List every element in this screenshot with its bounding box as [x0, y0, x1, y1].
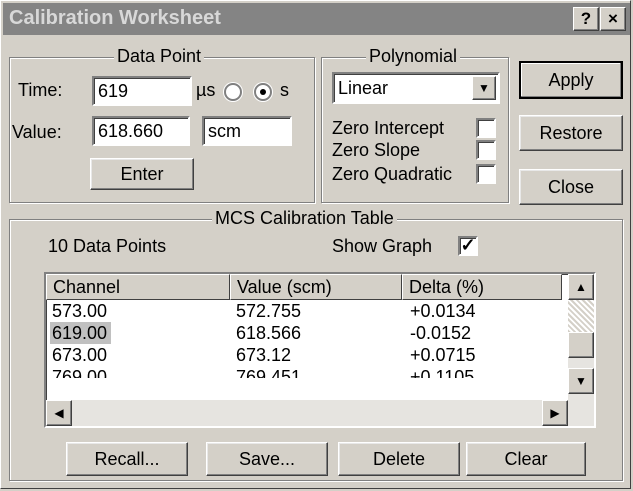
help-button[interactable]: ? — [573, 7, 599, 31]
cell-delta: -0.0152 — [410, 323, 472, 343]
zero-slope-checkbox[interactable] — [476, 140, 496, 160]
value-label: Value: — [12, 122, 62, 142]
data-point-group: Data Point Time: 619 µs s Value: 618.660… — [9, 46, 315, 203]
cell-channel: 673.00 — [52, 345, 108, 365]
close-window-button[interactable]: × — [600, 7, 626, 31]
table-row[interactable]: 673.00 673.12 +0.0715 — [46, 344, 594, 366]
vertical-scrollbar[interactable]: ▲ ▼ — [568, 274, 594, 400]
table-row[interactable]: 573.00 572.755 +0.0134 — [46, 300, 594, 322]
table-row[interactable]: 769.00 769.451 +0.1105 — [46, 366, 594, 378]
cell-channel: 619.00 — [50, 322, 112, 344]
microseconds-radio[interactable] — [224, 83, 242, 101]
apply-button[interactable]: Apply — [519, 61, 623, 99]
cell-channel: 769.00 — [52, 367, 108, 378]
scrollbar-thumb[interactable] — [568, 332, 594, 358]
calibration-table-legend: MCS Calibration Table — [212, 208, 397, 229]
calibration-table: Channel Value (scm) Delta (%) 573.00 572… — [44, 272, 596, 428]
scroll-right-icon[interactable]: ▶ — [542, 400, 568, 426]
cell-channel: 573.00 — [52, 301, 108, 321]
save-button[interactable]: Save... — [206, 442, 328, 476]
calibration-worksheet-window: Calibration Worksheet ? × Data Point Tim… — [0, 0, 631, 489]
zero-quadratic-checkbox[interactable] — [476, 164, 496, 184]
value-input[interactable]: 618.660 — [92, 116, 190, 146]
clear-button[interactable]: Clear — [466, 442, 586, 476]
recall-button[interactable]: Recall... — [66, 442, 188, 476]
calibration-table-group: MCS Calibration Table 10 Data Points Sho… — [9, 208, 623, 481]
cell-value: 769.451 — [236, 367, 302, 378]
seconds-label: s — [280, 80, 289, 100]
column-header-value[interactable]: Value (scm) — [230, 274, 402, 300]
zero-quadratic-label: Zero Quadratic — [332, 164, 453, 184]
polynomial-selected-value: Linear — [338, 78, 389, 98]
scrollbar-track[interactable] — [568, 300, 594, 332]
cell-delta: +0.0715 — [410, 345, 476, 365]
scroll-up-icon[interactable]: ▲ — [568, 274, 594, 300]
polynomial-group: Polynomial Linear ▼ Zero Intercept Zero … — [321, 46, 509, 203]
restore-button[interactable]: Restore — [519, 115, 623, 151]
cell-delta: +0.1105 — [410, 367, 475, 378]
delete-button[interactable]: Delete — [338, 442, 460, 476]
data-points-count: 10 Data Points — [48, 236, 167, 256]
cell-delta: +0.0134 — [410, 301, 476, 321]
horizontal-scrollbar[interactable]: ◀ ▶ — [46, 400, 594, 426]
scroll-down-icon[interactable]: ▼ — [568, 368, 594, 394]
seconds-radio-dot — [260, 89, 266, 95]
zero-intercept-label: Zero Intercept — [332, 118, 445, 138]
column-header-delta[interactable]: Delta (%) — [402, 274, 562, 300]
show-graph-label: Show Graph — [332, 236, 433, 256]
zero-intercept-checkbox[interactable] — [476, 118, 496, 138]
window-title: Calibration Worksheet — [9, 7, 221, 29]
scroll-left-icon[interactable]: ◀ — [46, 400, 72, 426]
time-label: Time: — [18, 80, 63, 100]
title-bar[interactable]: Calibration Worksheet ? × — [3, 3, 630, 35]
data-point-legend: Data Point — [114, 46, 205, 67]
microseconds-label: µs — [196, 80, 216, 100]
zero-slope-label: Zero Slope — [332, 140, 421, 160]
enter-button[interactable]: Enter — [90, 158, 194, 190]
cell-value: 618.566 — [236, 323, 302, 343]
dropdown-arrow-icon[interactable]: ▼ — [472, 76, 496, 100]
column-header-channel[interactable]: Channel — [46, 274, 230, 300]
show-graph-checkbox[interactable]: ✓ — [458, 236, 478, 256]
table-row-selected[interactable]: 619.00 618.566 -0.0152 — [46, 322, 594, 344]
close-button[interactable]: Close — [519, 169, 623, 205]
time-input[interactable]: 619 — [92, 76, 192, 106]
unit-input[interactable]: scm — [202, 116, 292, 146]
polynomial-legend: Polynomial — [366, 46, 461, 67]
cell-value: 673.12 — [236, 345, 292, 365]
seconds-radio[interactable] — [254, 83, 272, 101]
cell-value: 572.755 — [236, 301, 302, 321]
